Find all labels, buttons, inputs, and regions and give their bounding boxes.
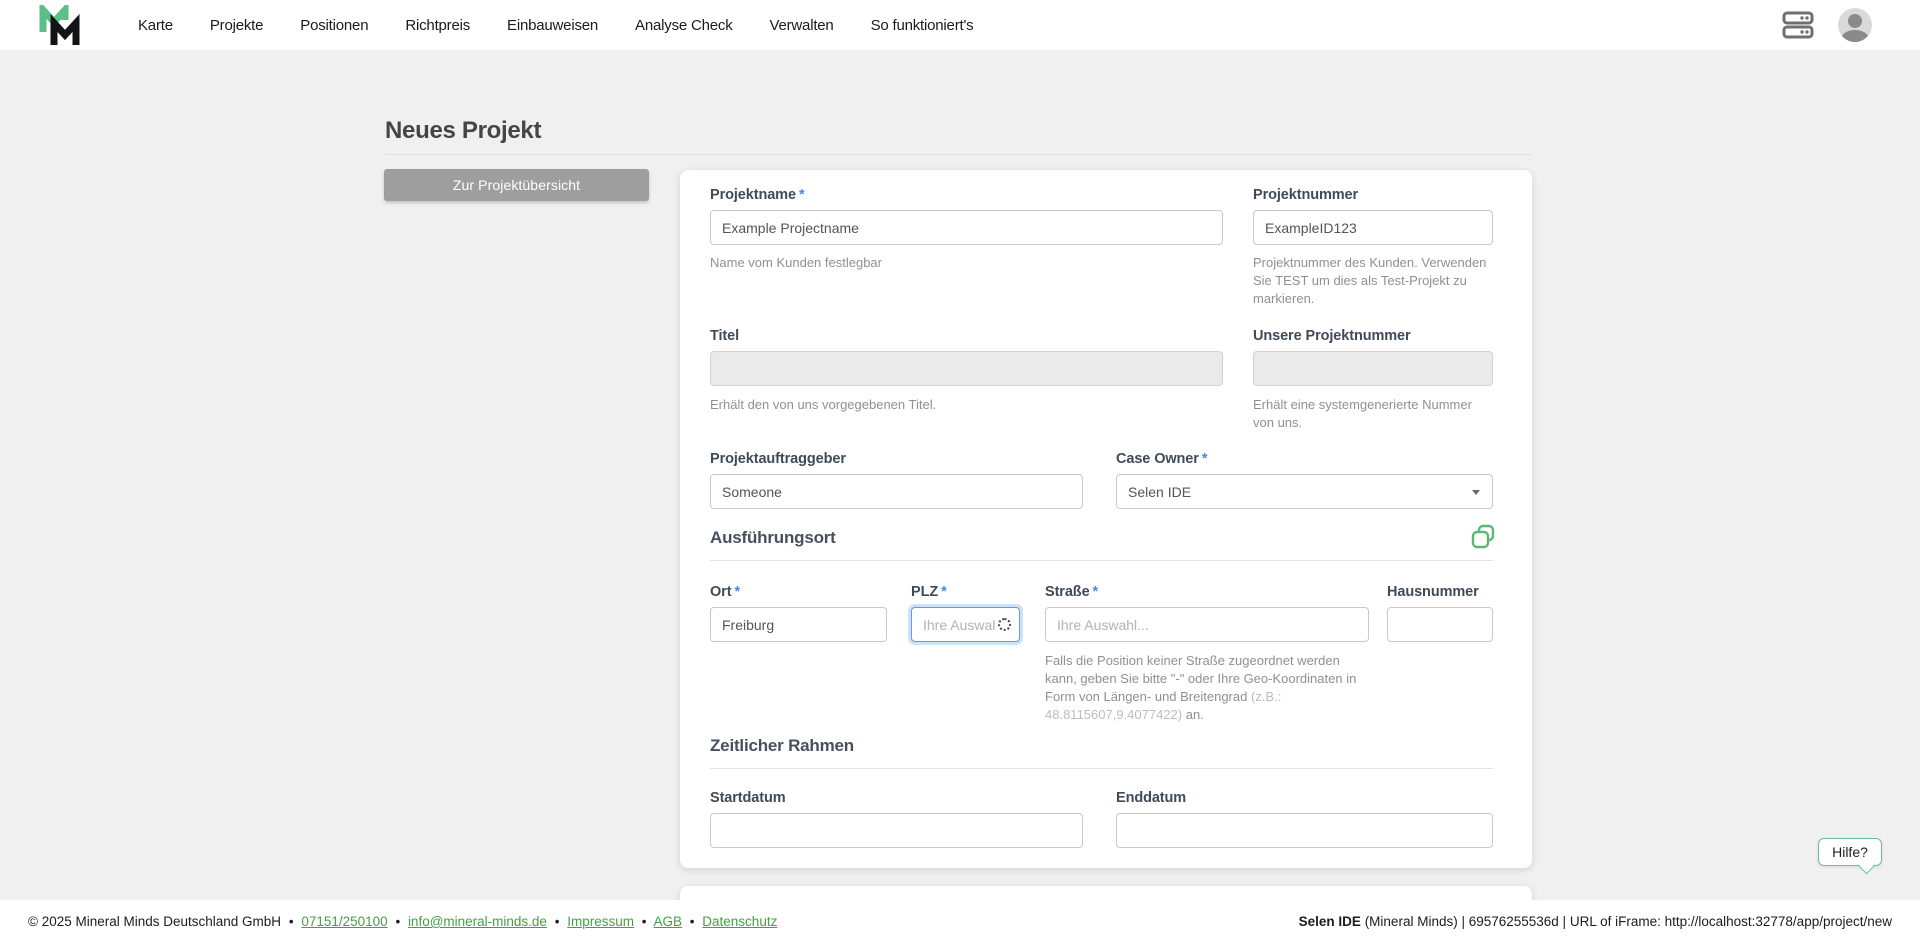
footer-separator: •	[395, 914, 401, 929]
nav-item-projekte[interactable]: Projekte	[210, 17, 264, 34]
titel-input	[710, 351, 1223, 386]
zeitlicher-rahmen-divider	[710, 768, 1493, 769]
ort-label: Ort *	[710, 584, 740, 600]
strasse-input[interactable]	[1045, 607, 1369, 642]
ausfuehrungsort-heading: Ausführungsort	[710, 528, 836, 547]
footer-session-details: (Mineral Minds) | 69576255536d | URL of …	[1360, 914, 1892, 929]
server-stack-icon[interactable]	[1782, 11, 1814, 39]
footer-user-name: Selen IDE	[1298, 914, 1361, 929]
footer-phone-link[interactable]: 07151/250100	[301, 914, 387, 929]
footer-impressum-link[interactable]: Impressum	[567, 914, 634, 929]
footer: © 2025 Mineral Minds Deutschland GmbH • …	[0, 900, 1920, 943]
strasse-helper-suffix: an.	[1182, 707, 1204, 722]
new-project-form-card: Projektname* Name vom Kunden festlegbar …	[680, 170, 1532, 868]
enddatum-label: Enddatum	[1116, 790, 1187, 806]
user-avatar-icon[interactable]	[1838, 8, 1872, 42]
footer-separator: •	[288, 914, 294, 929]
project-overview-button[interactable]: Zur Projektübersicht	[384, 169, 649, 201]
footer-email-link[interactable]: info@mineral-minds.de	[408, 914, 547, 929]
loading-spinner-icon	[998, 618, 1011, 631]
hausnummer-input[interactable]	[1387, 607, 1493, 642]
title-divider	[385, 154, 1532, 155]
projektnummer-input[interactable]	[1253, 210, 1493, 245]
nav-item-analyse-check[interactable]: Analyse Check	[635, 17, 733, 34]
avatar-head	[1848, 14, 1862, 28]
copy-location-icon[interactable]	[1470, 524, 1496, 550]
strasse-label: Straße *	[1045, 584, 1098, 600]
dropdown-arrow-icon	[1472, 490, 1480, 495]
enddatum-input[interactable]	[1116, 813, 1493, 848]
case-owner-selected-value: Selen IDE	[1128, 483, 1192, 500]
titel-helper: Erhält den von uns vorgegebenen Titel.	[710, 397, 937, 412]
projektname-label: Projektname *	[710, 187, 805, 203]
projektname-helper: Name vom Kunden festlegbar	[710, 255, 882, 270]
projektname-input[interactable]	[710, 210, 1223, 245]
footer-datenschutz-link[interactable]: Datenschutz	[702, 914, 777, 929]
footer-separator: •	[641, 914, 647, 929]
case-owner-select[interactable]: Selen IDE	[1116, 474, 1493, 509]
footer-separator: •	[689, 914, 695, 929]
nav-item-so-funktionierts[interactable]: So funktioniert's	[871, 17, 974, 34]
nav-item-verwalten[interactable]: Verwalten	[770, 17, 834, 34]
case-owner-label-text: Case Owner	[1116, 451, 1199, 467]
strasse-helper: Falls die Position keiner Straße zugeord…	[1045, 652, 1375, 724]
titel-label: Titel	[710, 328, 740, 344]
required-marker: *	[1092, 584, 1099, 600]
nav-item-karte[interactable]: Karte	[138, 17, 173, 34]
footer-copyright: © 2025 Mineral Minds Deutschland GmbH	[28, 914, 282, 929]
ausfuehrungsort-divider	[710, 560, 1493, 561]
footer-agb-link[interactable]: AGB	[654, 914, 683, 929]
projektauftraggeber-label: Projektauftraggeber	[710, 451, 846, 467]
strasse-label-text: Straße	[1045, 584, 1090, 600]
page-title: Neues Projekt	[385, 117, 542, 144]
case-owner-label: Case Owner *	[1116, 451, 1207, 467]
nav-item-positionen[interactable]: Positionen	[300, 17, 368, 34]
required-marker: *	[734, 584, 740, 600]
projektauftraggeber-input[interactable]	[710, 474, 1083, 509]
avatar-body	[1841, 30, 1869, 42]
required-marker: *	[941, 584, 947, 600]
footer-separator: •	[554, 914, 560, 929]
plz-label: PLZ *	[911, 584, 947, 600]
unsere-projektnummer-input	[1253, 351, 1493, 386]
help-button[interactable]: Hilfe?	[1818, 838, 1882, 866]
footer-session-info: Selen IDE (Mineral Minds) | 69576255536d…	[1299, 914, 1892, 929]
hausnummer-label: Hausnummer	[1387, 584, 1479, 600]
ort-input[interactable]	[710, 607, 887, 642]
mineral-minds-logo-icon[interactable]	[38, 1, 84, 47]
unsere-projektnummer-helper: Erhält eine systemgenerierte Nummer von …	[1253, 397, 1472, 430]
startdatum-input[interactable]	[710, 813, 1083, 848]
projektnummer-label: Projektnummer	[1253, 187, 1359, 203]
nav-item-richtpreis[interactable]: Richtpreis	[405, 17, 470, 34]
plz-label-text: PLZ	[911, 584, 939, 600]
unsere-projektnummer-label: Unsere Projektnummer	[1253, 328, 1411, 344]
projektnummer-helper: Projektnummer des Kunden. Verwenden Sie …	[1253, 255, 1487, 306]
ort-label-text: Ort	[710, 584, 732, 600]
strasse-helper-main: Falls die Position keiner Straße zugeord…	[1045, 653, 1357, 704]
nav-right-controls	[1782, 0, 1872, 50]
top-navbar: Karte Projekte Positionen Richtpreis Ein…	[0, 0, 1920, 50]
nav-menu: Karte Projekte Positionen Richtpreis Ein…	[138, 17, 974, 34]
startdatum-label: Startdatum	[710, 790, 786, 806]
zeitlicher-rahmen-heading: Zeitlicher Rahmen	[710, 736, 854, 755]
projektname-label-text: Projektname	[710, 187, 796, 203]
screen: Karte Projekte Positionen Richtpreis Ein…	[0, 0, 1920, 943]
nav-item-einbauweisen[interactable]: Einbauweisen	[507, 17, 598, 34]
required-marker: *	[798, 187, 805, 203]
footer-left: © 2025 Mineral Minds Deutschland GmbH • …	[28, 914, 777, 929]
required-marker: *	[1201, 451, 1208, 467]
